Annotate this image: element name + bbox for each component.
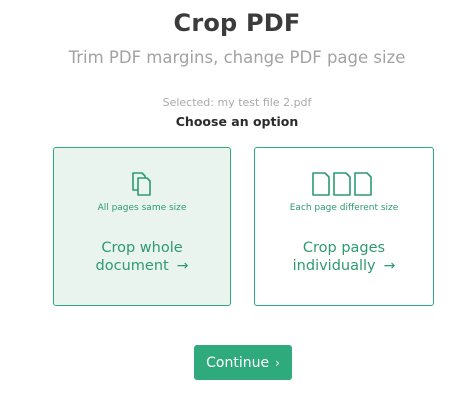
three-pages-icon	[255, 170, 433, 198]
continue-button[interactable]: Continue ›	[194, 345, 292, 380]
crop-pdf-page: Crop PDF Trim PDF margins, change PDF pa…	[0, 0, 474, 401]
option-label-line: individually	[292, 258, 376, 274]
option-caption: Each page different size	[289, 203, 399, 213]
two-pages-icon	[54, 170, 230, 198]
arrow-right-icon: →	[383, 258, 396, 274]
choose-option-heading: Choose an option	[175, 114, 299, 129]
option-label: Crop whole document →	[54, 239, 230, 275]
selected-file-text: Selected: my test file 2.pdf	[162, 96, 312, 109]
arrow-right-icon: →	[176, 258, 189, 274]
option-label-line: document	[95, 258, 169, 274]
option-caption: All pages same size	[97, 203, 187, 213]
crop-pages-individually-option[interactable]: Each page different size Crop pages indi…	[254, 147, 434, 306]
continue-button-label: Continue	[206, 354, 270, 371]
page-title: Crop PDF	[173, 9, 301, 37]
page-subtitle: Trim PDF margins, change PDF page size	[68, 48, 406, 67]
option-label: Crop pages individually →	[255, 239, 433, 275]
crop-whole-document-option[interactable]: All pages same size Crop whole document →	[53, 147, 231, 306]
chevron-right-icon: ›	[275, 355, 280, 370]
option-label-line: Crop whole	[101, 240, 183, 256]
option-label-line: Crop pages	[302, 240, 386, 256]
